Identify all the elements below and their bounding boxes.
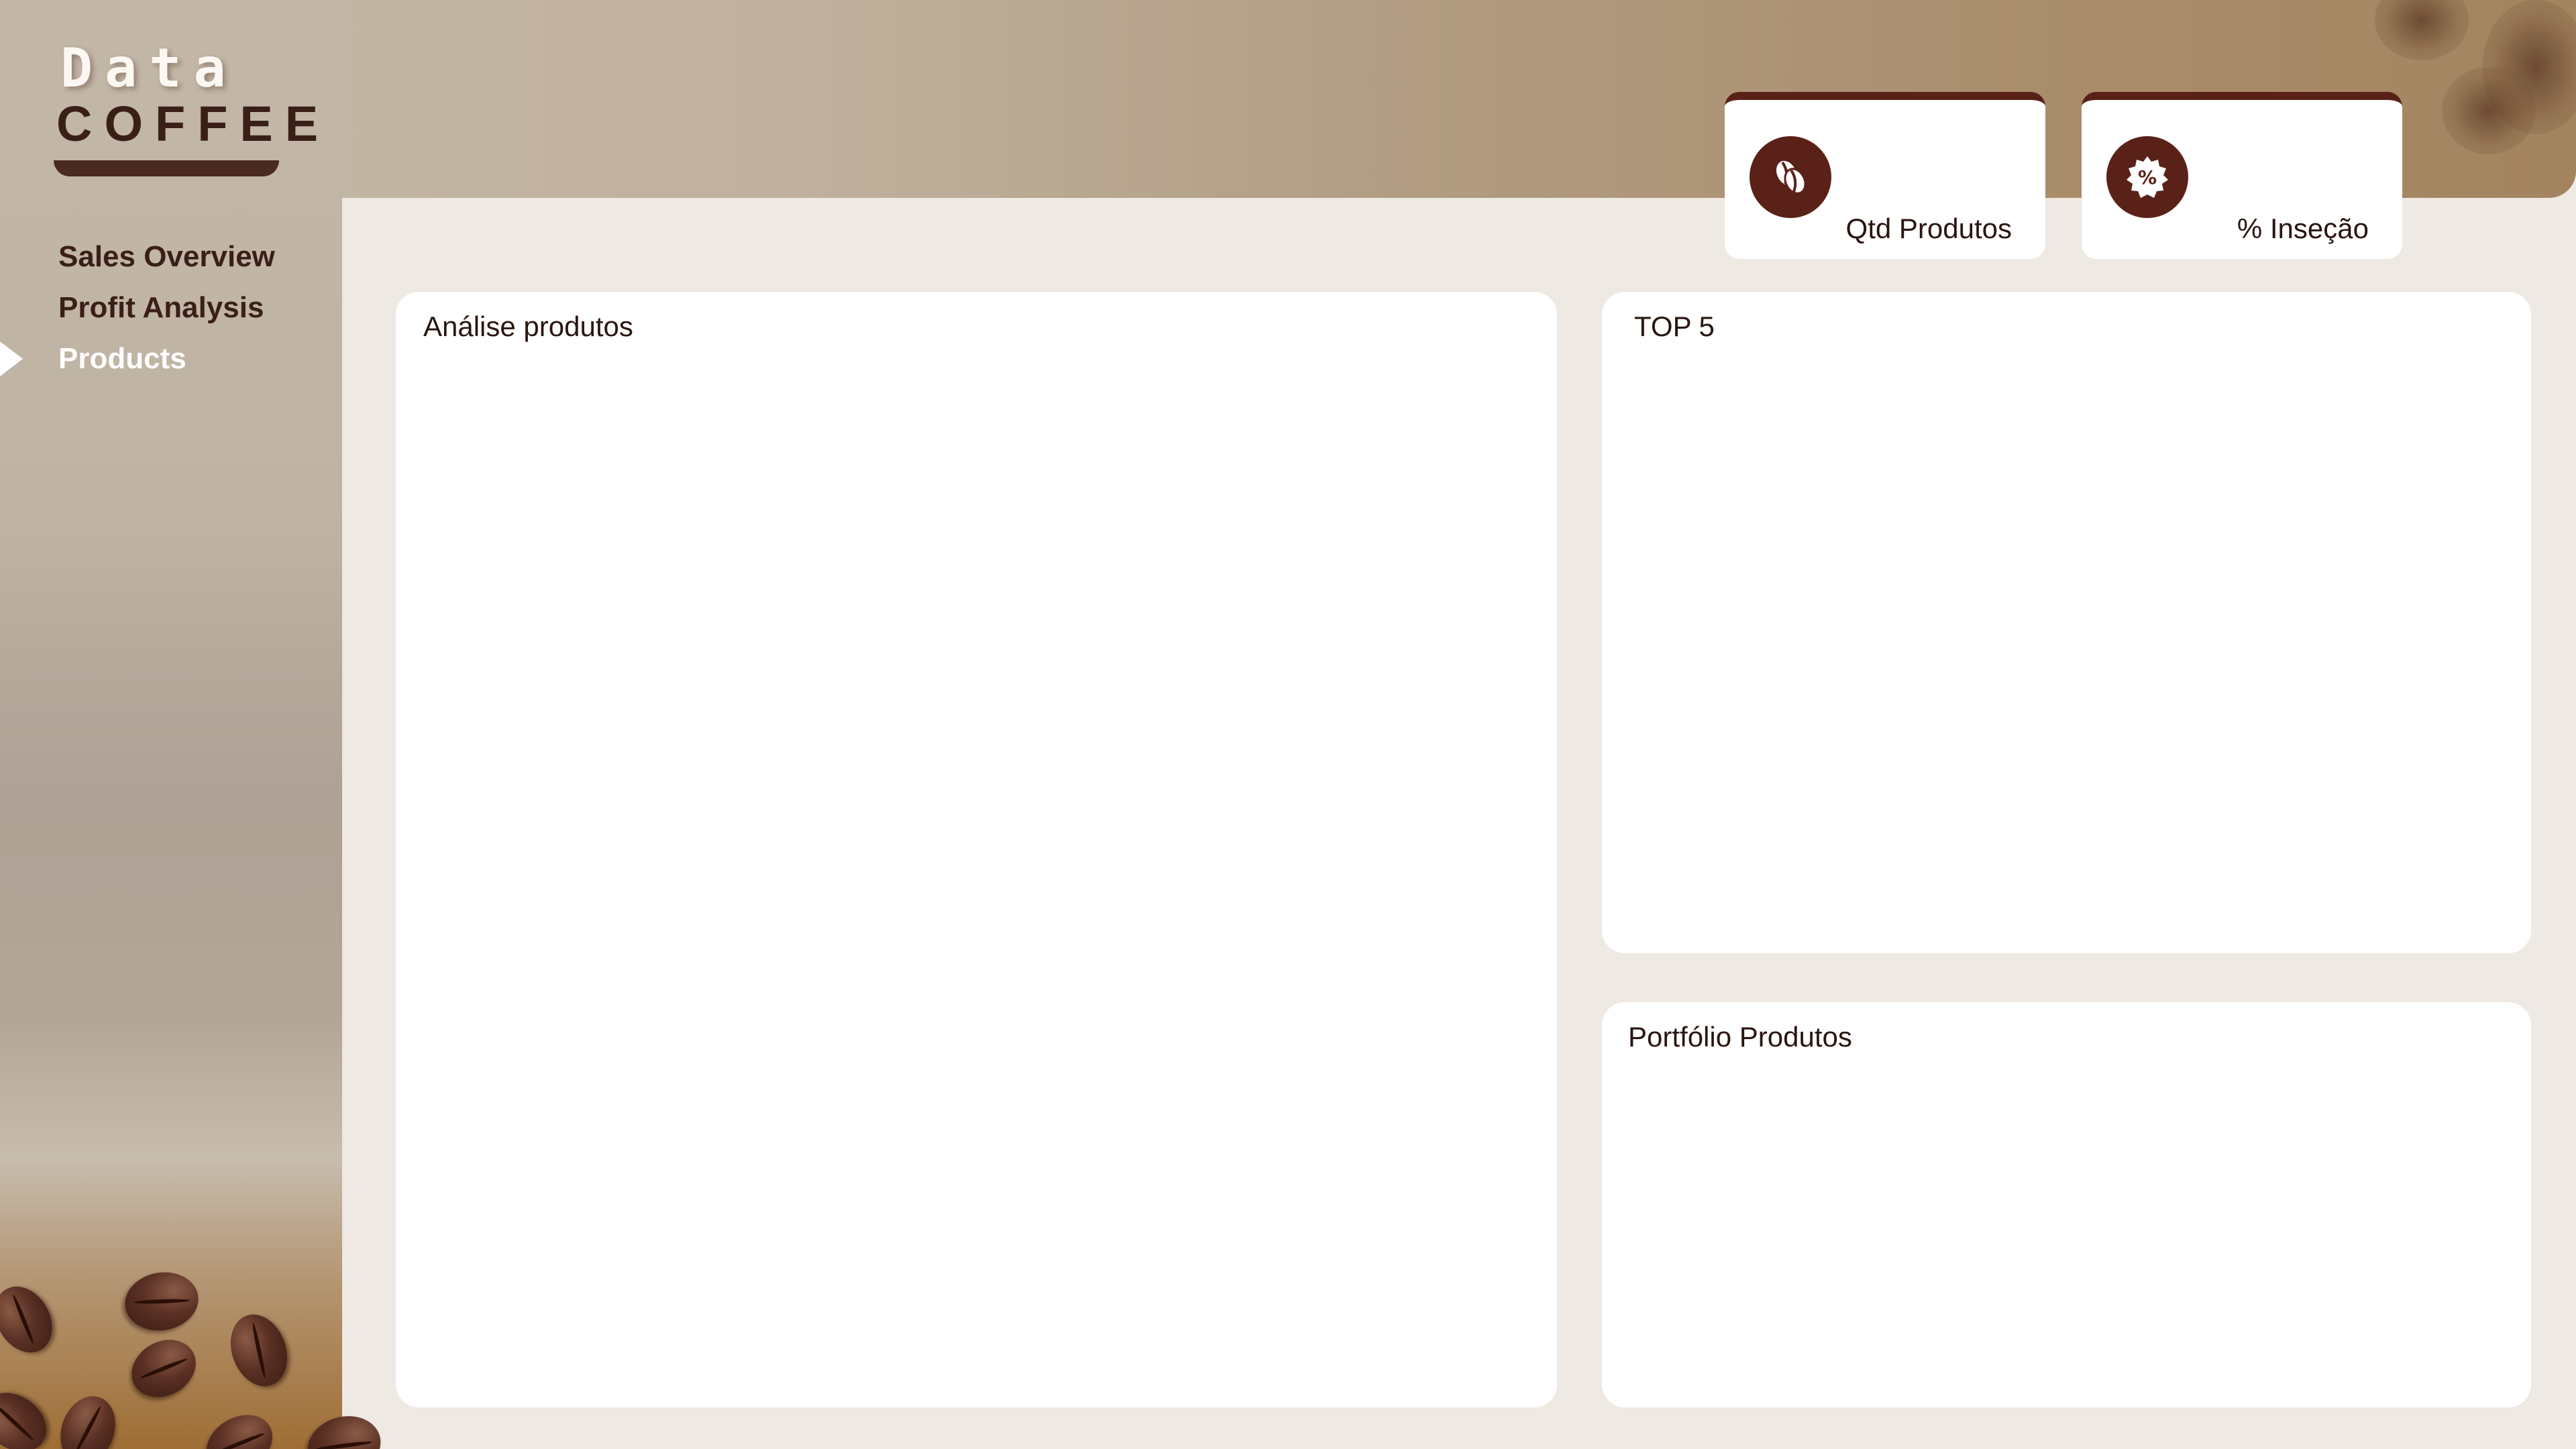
card-title: Portfólio Produtos (1628, 1021, 1852, 1053)
sidebar (0, 0, 342, 1449)
nav-item-label: Products (58, 342, 186, 375)
logo-text-data: Data (60, 37, 238, 99)
logo-underline (54, 160, 279, 176)
card-title: TOP 5 (1634, 311, 1715, 342)
kpi-card-qtd-produtos: Qtd Produtos (1725, 92, 2045, 259)
nav-item-label: Sales Overview (58, 240, 275, 273)
blurred-coffee-bean-decoration (2375, 0, 2469, 60)
kpi-label: % Inseção (2237, 213, 2369, 244)
card-title: Análise produtos (423, 311, 633, 342)
card-portfolio-produtos: Portfólio Produtos (1602, 1002, 2531, 1407)
nav-item-products[interactable]: Products (0, 333, 342, 384)
nav-item-sales-overview[interactable]: Sales Overview (0, 231, 342, 282)
kpi-card-percent-insecao: % % Inseção (2082, 92, 2402, 259)
coffee-bean-icon (1750, 136, 1831, 218)
percent-badge-icon: % (2106, 136, 2188, 218)
card-analise-produtos: Análise produtos (396, 292, 1557, 1407)
svg-text:%: % (2138, 166, 2157, 189)
logo-text-coffee: COFFEE (56, 96, 331, 152)
kpi-label: Qtd Produtos (1845, 213, 2012, 244)
active-indicator-arrow-icon (0, 341, 23, 376)
card-top-5: TOP 5 (1602, 292, 2531, 953)
app-logo: Data COFFEE (54, 37, 331, 176)
blurred-coffee-bean-decoration (2442, 67, 2536, 154)
nav-item-profit-analysis[interactable]: Profit Analysis (0, 282, 342, 333)
nav-item-label: Profit Analysis (58, 291, 264, 324)
sidebar-nav: Sales Overview Profit Analysis Products (0, 231, 342, 384)
